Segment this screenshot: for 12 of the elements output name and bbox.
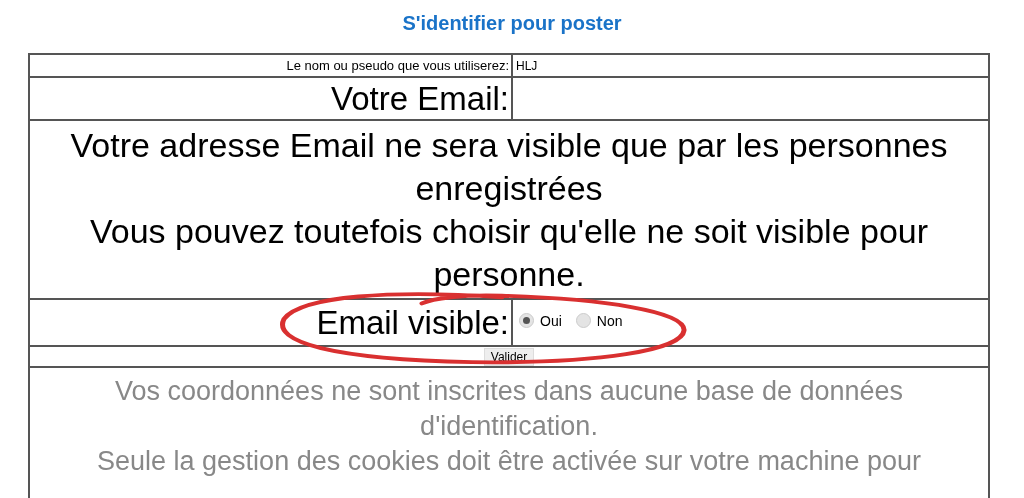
radio-label[interactable]: Non (596, 312, 623, 329)
email-label: Votre Email: (331, 79, 509, 117)
footer-notice: Seule la gestion des cookies doit être activée sur votre machine pour (96, 445, 922, 478)
radio-button[interactable] (575, 313, 591, 329)
radio-label[interactable]: Oui (540, 312, 562, 329)
page-title: S'identifier pour poster (401, 11, 623, 36)
radio-button[interactable] (519, 313, 534, 329)
email-visible-label: Email visible: (316, 303, 509, 341)
email-notice: Votre adresse Email ne sera visible que par les personnes enregistrées (69, 124, 949, 209)
name-label: Le nom ou pseudo que vous utiliserez: (286, 58, 509, 73)
email-notice: Vous pouvez toutefois choisir qu'elle ne soit visible pour personne. (88, 210, 930, 295)
footer-notice: Vos coordonnées ne sont inscrites dans aucune base de données d'identification. (113, 375, 905, 443)
